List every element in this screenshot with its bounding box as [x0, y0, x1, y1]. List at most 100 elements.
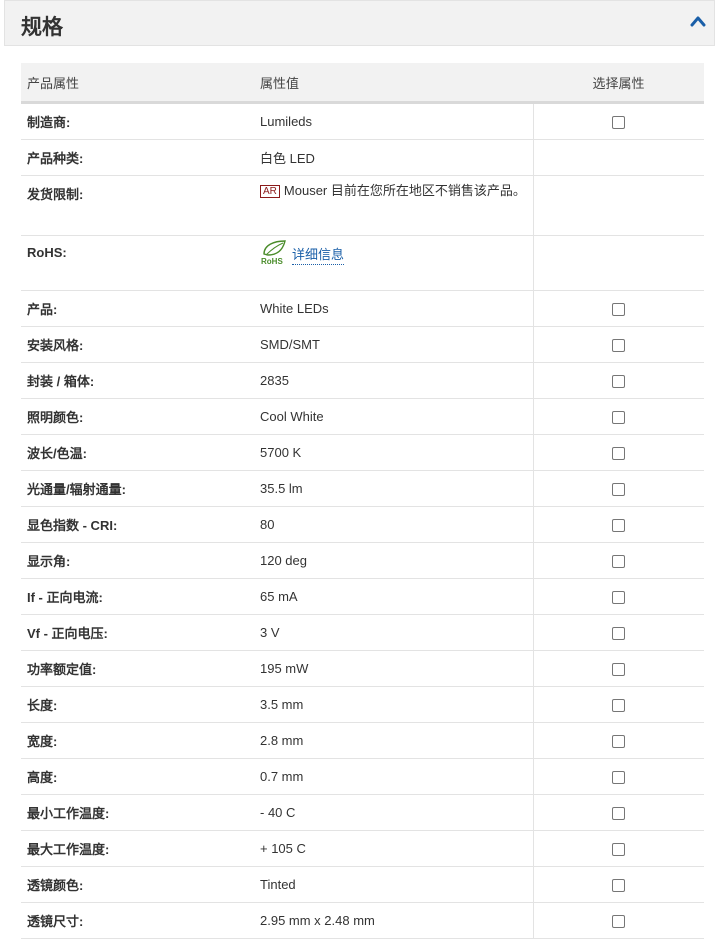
table-row: 光通量/辐射通量: 35.5 lm: [21, 470, 704, 507]
attribute-name: 安装风格:: [21, 326, 254, 363]
select-checkbox[interactable]: [612, 807, 626, 821]
attribute-value: Lumileds: [254, 102, 533, 140]
select-cell: [532, 398, 704, 435]
select-cell: [532, 470, 704, 507]
select-cell: [532, 542, 704, 579]
attribute-value: 3 V: [254, 614, 533, 651]
select-checkbox[interactable]: [612, 699, 626, 713]
attribute-value: 白色 LED: [254, 139, 533, 176]
select-cell: [532, 102, 704, 140]
select-checkbox[interactable]: [612, 411, 626, 425]
attribute-value: 80: [254, 506, 533, 543]
attribute-value: Tinted: [254, 866, 533, 903]
select-checkbox[interactable]: [612, 771, 626, 785]
specs-panel-header[interactable]: 规格: [4, 0, 715, 46]
select-cell: [532, 434, 704, 471]
rohs-leaf-icon: RoHS: [261, 240, 286, 265]
select-checkbox[interactable]: [612, 879, 626, 893]
table-row: 波长/色温: 5700 K: [21, 434, 704, 471]
select-checkbox[interactable]: [612, 591, 626, 605]
select-cell: [532, 290, 704, 327]
table-row: 长度: 3.5 mm: [21, 686, 704, 723]
select-checkbox[interactable]: [612, 339, 626, 353]
attribute-value: 65 mA: [254, 578, 533, 615]
select-cell: [532, 235, 704, 291]
col-header-select: 选择属性: [533, 63, 704, 104]
attribute-value: 195 mW: [254, 650, 533, 687]
select-checkbox[interactable]: [612, 735, 626, 749]
attribute-value: AR Mouser 目前在您所在地区不销售该产品。: [254, 175, 533, 236]
select-cell: [532, 362, 704, 399]
chevron-up-icon[interactable]: [690, 14, 706, 28]
table-row: 高度: 0.7 mm: [21, 758, 704, 795]
select-checkbox[interactable]: [612, 663, 626, 677]
attribute-name: 最小工作温度:: [21, 794, 254, 831]
select-checkbox[interactable]: [612, 303, 626, 317]
table-row: 照明颜色: Cool White: [21, 398, 704, 435]
select-cell: [532, 578, 704, 615]
shipping-restriction-text: Mouser 目前在您所在地区不销售该产品。: [283, 183, 526, 198]
table-row: 功率额定值: 195 mW: [21, 650, 704, 687]
select-cell: [532, 506, 704, 543]
table-row: 透镜尺寸: 2.95 mm x 2.48 mm: [21, 902, 704, 939]
attribute-value: 2835: [254, 362, 533, 399]
attribute-name: 透镜颜色:: [21, 866, 254, 903]
attribute-name: 显色指数 - CRI:: [21, 506, 254, 543]
attribute-value: 5700 K: [254, 434, 533, 471]
col-header-value: 属性值: [254, 63, 533, 104]
table-row: 显示角: 120 deg: [21, 542, 704, 579]
table-row: 产品: White LEDs: [21, 290, 704, 327]
table-row: Vf - 正向电压: 3 V: [21, 614, 704, 651]
select-cell: [532, 326, 704, 363]
select-checkbox[interactable]: [612, 483, 626, 497]
col-header-attribute: 产品属性: [21, 63, 254, 104]
attribute-value: 3.5 mm: [254, 686, 533, 723]
attribute-name: 显示角:: [21, 542, 254, 579]
rohs-details-link[interactable]: 详细信息: [292, 244, 345, 265]
attribute-name: 波长/色温:: [21, 434, 254, 471]
table-row: 透镜颜色: Tinted: [21, 866, 704, 903]
attribute-name: 光通量/辐射通量:: [21, 470, 254, 507]
select-checkbox[interactable]: [612, 627, 626, 641]
attribute-name: 制造商:: [21, 102, 254, 140]
ar-restriction-badge: AR: [260, 185, 280, 198]
table-row: 产品种类: 白色 LED: [21, 139, 704, 176]
attribute-name: 宽度:: [21, 722, 254, 759]
attribute-value: 35.5 lm: [254, 470, 533, 507]
table-row: 宽度: 2.8 mm: [21, 722, 704, 759]
table-header-row: 产品属性 属性值 选择属性: [21, 63, 704, 104]
rohs-icon-text: RoHS: [261, 257, 283, 265]
attribute-name: 封装 / 箱体:: [21, 362, 254, 399]
select-checkbox[interactable]: [612, 915, 626, 929]
select-cell: [532, 794, 704, 831]
select-checkbox[interactable]: [612, 843, 626, 857]
table-row: 最大工作温度: + 105 C: [21, 830, 704, 867]
attribute-name: 产品:: [21, 290, 254, 327]
select-cell: [532, 614, 704, 651]
attribute-value: RoHS 详细信息: [254, 235, 533, 291]
attribute-name: Vf - 正向电压:: [21, 614, 254, 651]
select-cell: [532, 686, 704, 723]
select-checkbox[interactable]: [612, 519, 626, 533]
attribute-name: 长度:: [21, 686, 254, 723]
select-cell: [532, 175, 704, 236]
select-cell: [532, 866, 704, 903]
attribute-name: 发货限制:: [21, 175, 254, 236]
select-checkbox[interactable]: [612, 116, 626, 130]
table-row: If - 正向电流: 65 mA: [21, 578, 704, 615]
attribute-value: Cool White: [254, 398, 533, 435]
select-cell: [532, 139, 704, 176]
attribute-value: 2.8 mm: [254, 722, 533, 759]
select-checkbox[interactable]: [612, 375, 626, 389]
attribute-value: 2.95 mm x 2.48 mm: [254, 902, 533, 939]
attribute-name: 高度:: [21, 758, 254, 795]
attribute-name: 功率额定值:: [21, 650, 254, 687]
select-checkbox[interactable]: [612, 447, 626, 461]
select-cell: [532, 758, 704, 795]
attribute-name: RoHS:: [21, 235, 254, 291]
attribute-name: 产品种类:: [21, 139, 254, 176]
attribute-value: 0.7 mm: [254, 758, 533, 795]
attribute-value: White LEDs: [254, 290, 533, 327]
attribute-name: 最大工作温度:: [21, 830, 254, 867]
select-checkbox[interactable]: [612, 555, 626, 569]
